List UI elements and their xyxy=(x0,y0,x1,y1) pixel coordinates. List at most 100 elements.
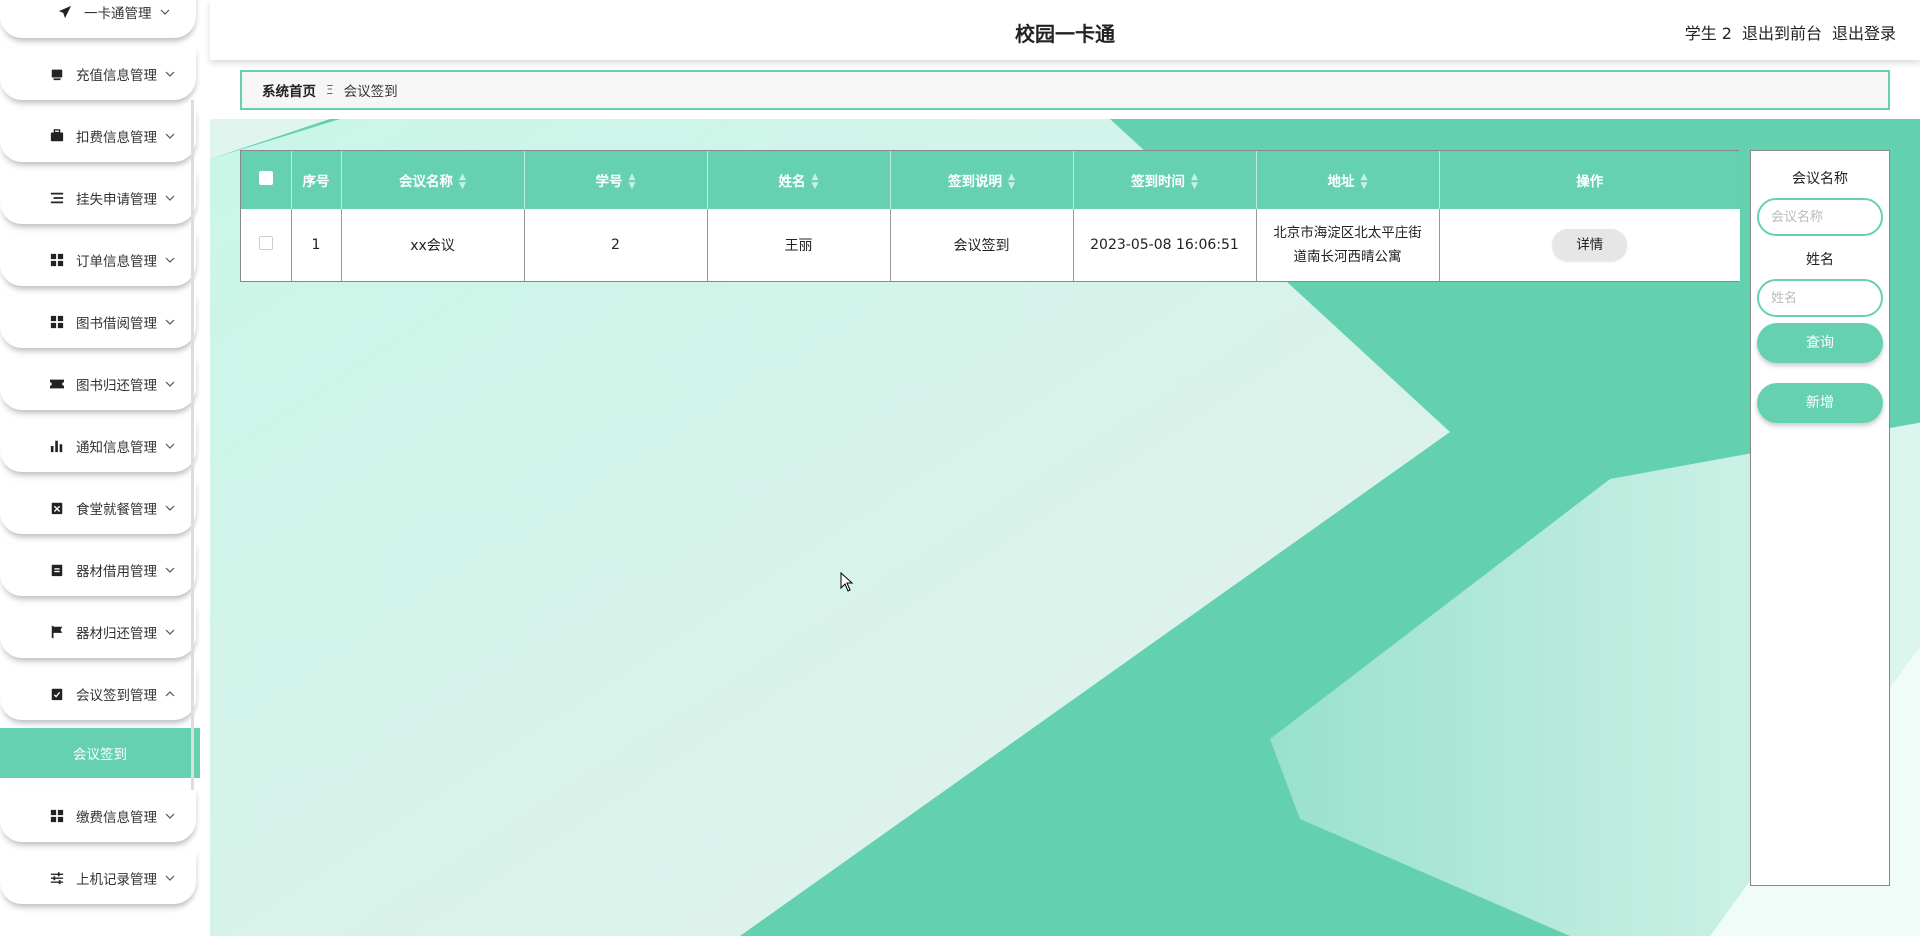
sidebar-item-book-return[interactable]: 图书归还管理 xyxy=(0,358,196,410)
sidebar-item-label: 图书归还管理 xyxy=(76,378,157,394)
sidebar-item-book-borrow[interactable]: 图书借阅管理 xyxy=(0,296,196,348)
cell-checkin-desc: 会议签到 xyxy=(890,209,1074,281)
sidebar-item-label: 一卡通管理 xyxy=(84,6,152,22)
cell-address: 北京市海淀区北太平庄街 道南长河西晴公寓 xyxy=(1256,209,1440,281)
breadcrumb-current: 会议签到 xyxy=(343,84,398,100)
name-input[interactable] xyxy=(1757,279,1883,317)
chevron-down-icon xyxy=(163,67,177,81)
sidebar-item-label: 上机记录管理 xyxy=(76,872,157,888)
select-all-checkbox[interactable] xyxy=(258,171,273,185)
column-header-checkin-time[interactable]: 签到时间 ▲ ▼ xyxy=(1073,151,1257,209)
grid-icon xyxy=(48,313,66,331)
table-header-row: 序号 会议名称 ▲ ▼ 学号 ▲ ▼ 姓名 ▲ ▼ 签到说明 ▲ ▼ 签到时间 ▲ ▼ 地址 ▲ ▼ 操… xyxy=(241,151,1740,209)
top-header: 校园一卡通 学生 2 退出到前台 退出登录 xyxy=(210,0,1920,60)
cell-index: 1 xyxy=(291,209,342,281)
column-header-action: 操作 xyxy=(1439,151,1740,209)
sidebar-menu: 一卡通管理 充值信息管理 扣费信息管理 挂失申请管理 订单信息管理 图书借阅管理… xyxy=(0,0,200,914)
name-label: 姓名 xyxy=(1806,252,1834,268)
sidebar-item-label: 缴费信息管理 xyxy=(76,810,157,826)
sidebar-item-label: 会议签到管理 xyxy=(76,688,157,704)
column-header-student-no[interactable]: 学号 ▲ ▼ xyxy=(524,151,708,209)
sort-icon[interactable]: ▲ ▼ xyxy=(1191,172,1198,191)
cell-meeting-name: xx会议 xyxy=(341,209,525,281)
cell-action: 详情 xyxy=(1439,209,1740,281)
sidebar-item-notice[interactable]: 通知信息管理 xyxy=(0,420,196,472)
sidebar-item-label: 扣费信息管理 xyxy=(76,130,157,146)
sidebar-item-deduction[interactable]: 扣费信息管理 xyxy=(0,110,196,162)
table-row: 1 xx会议 2 王丽 会议签到 2023-05-08 16:06:51 北京市… xyxy=(241,209,1740,281)
sidebar-item-equipment-return[interactable]: 器材归还管理 xyxy=(0,606,196,658)
exit-to-front-link[interactable]: 退出到前台 xyxy=(1742,20,1822,44)
checkin-table: 序号 会议名称 ▲ ▼ 学号 ▲ ▼ 姓名 ▲ ▼ 签到说明 ▲ ▼ 签到时间 ▲ ▼ 地址 ▲ ▼ 操… xyxy=(240,150,1740,282)
sidebar-item-equipment-borrow[interactable]: 器材借用管理 xyxy=(0,544,196,596)
grid-icon xyxy=(48,807,66,825)
column-header-meeting-name[interactable]: 会议名称 ▲ ▼ xyxy=(341,151,525,209)
chevron-up-icon xyxy=(163,687,177,701)
list-icon xyxy=(48,189,66,207)
sidebar-item-orders[interactable]: 订单信息管理 xyxy=(0,234,196,286)
column-header-checkin-desc[interactable]: 签到说明 ▲ ▼ xyxy=(890,151,1074,209)
chevron-down-icon xyxy=(163,377,177,391)
column-header-index: 序号 xyxy=(291,151,342,209)
sidebar-item-label: 食堂就餐管理 xyxy=(76,502,157,518)
sidebar-item-meeting-checkin[interactable]: 会议签到管理 xyxy=(0,668,196,720)
clipboard-check-icon xyxy=(48,685,66,703)
sidebar-item-payment[interactable]: 缴费信息管理 xyxy=(0,790,196,842)
column-header-address[interactable]: 地址 ▲ ▼ xyxy=(1256,151,1440,209)
sort-icon[interactable]: ▲ ▼ xyxy=(459,172,466,191)
briefcase-icon xyxy=(48,127,66,145)
sidebar-subitem-meeting-checkin[interactable]: 会议签到 xyxy=(0,728,200,778)
breadcrumb: 系统首页 Ξ 会议签到 xyxy=(240,70,1890,110)
sliders-icon xyxy=(48,869,66,887)
meeting-name-label: 会议名称 xyxy=(1792,171,1848,187)
header-user-actions: 学生 2 退出到前台 退出登录 xyxy=(1685,20,1896,44)
chevron-down-icon xyxy=(163,191,177,205)
bar-chart-icon xyxy=(48,437,66,455)
row-select-cell[interactable] xyxy=(241,209,292,281)
sidebar-item-label: 充值信息管理 xyxy=(76,68,157,84)
address-line-1: 北京市海淀区北太平庄街 xyxy=(1273,225,1422,241)
select-all-cell[interactable] xyxy=(241,151,292,209)
query-button[interactable]: 查询 xyxy=(1757,323,1883,363)
sort-icon[interactable]: ▲ ▼ xyxy=(629,172,636,191)
breadcrumb-home[interactable]: 系统首页 xyxy=(262,80,316,100)
mouse-cursor-icon xyxy=(840,572,854,592)
logout-link[interactable]: 退出登录 xyxy=(1832,20,1896,44)
sidebar-scrollbar[interactable] xyxy=(191,100,194,790)
sidebar-item-card[interactable]: 一卡通管理 xyxy=(0,0,196,38)
meeting-name-input[interactable] xyxy=(1757,198,1883,236)
sidebar-item-loss-report[interactable]: 挂失申请管理 xyxy=(0,172,196,224)
add-button[interactable]: 新增 xyxy=(1757,383,1883,423)
address-line-2: 道南长河西晴公寓 xyxy=(1293,249,1402,265)
cell-checkin-time: 2023-05-08 16:06:51 xyxy=(1073,209,1257,281)
sidebar-item-computer-records[interactable]: 上机记录管理 xyxy=(0,852,196,904)
chevron-down-icon xyxy=(163,625,177,639)
chevron-down-icon xyxy=(163,809,177,823)
current-user: 学生 2 xyxy=(1684,24,1732,43)
flag-icon xyxy=(48,623,66,641)
send-icon xyxy=(56,3,74,21)
column-header-name[interactable]: 姓名 ▲ ▼ xyxy=(707,151,891,209)
chevron-down-icon xyxy=(163,501,177,515)
detail-button[interactable]: 详情 xyxy=(1552,229,1628,261)
sidebar-item-label: 器材借用管理 xyxy=(76,564,157,580)
breadcrumb-separator: Ξ xyxy=(326,83,334,97)
search-panel: 会议名称 姓名 查询 新增 xyxy=(1750,150,1890,886)
ticket-icon xyxy=(48,375,66,393)
cell-name: 王丽 xyxy=(707,209,891,281)
app-title: 校园一卡通 xyxy=(1015,22,1115,46)
row-checkbox[interactable] xyxy=(258,236,273,250)
sidebar-item-label: 图书借阅管理 xyxy=(76,316,157,332)
sort-icon[interactable]: ▲ ▼ xyxy=(1008,172,1015,191)
chevron-down-icon xyxy=(163,129,177,143)
sort-icon[interactable]: ▲ ▼ xyxy=(1361,172,1368,191)
sidebar-item-canteen[interactable]: 食堂就餐管理 xyxy=(0,482,196,534)
sort-icon[interactable]: ▲ ▼ xyxy=(812,172,819,191)
sidebar-item-label: 订单信息管理 xyxy=(76,254,157,270)
chevron-down-icon xyxy=(163,563,177,577)
clipboard-icon xyxy=(48,561,66,579)
chevron-down-icon xyxy=(158,5,172,19)
sidebar-item-recharge[interactable]: 充值信息管理 xyxy=(0,48,196,100)
sidebar-item-label: 通知信息管理 xyxy=(76,440,157,456)
chevron-down-icon xyxy=(163,253,177,267)
